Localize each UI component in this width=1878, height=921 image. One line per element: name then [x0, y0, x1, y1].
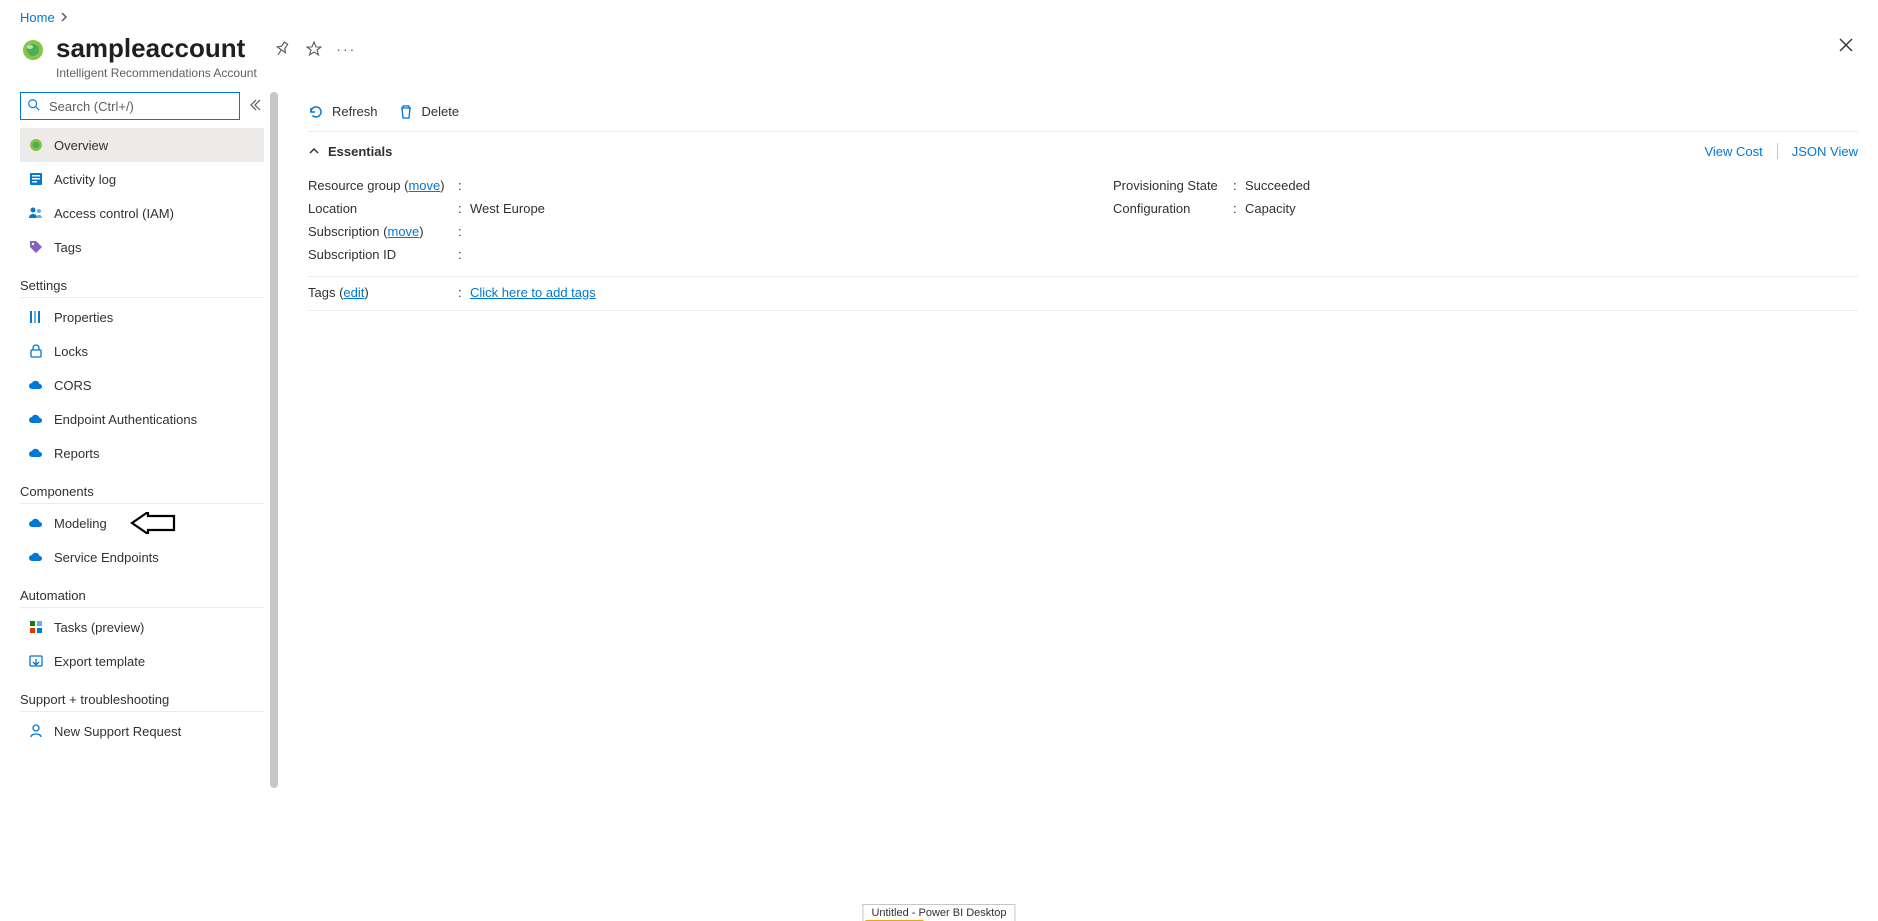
resource-icon: [20, 37, 46, 63]
nav-item-label: Access control (IAM): [54, 206, 174, 221]
nav-item-label: Locks: [54, 344, 88, 359]
move-resource-group-link[interactable]: move: [408, 178, 440, 193]
refresh-icon: [308, 104, 324, 120]
prop-configuration: Configuration : Capacity: [1113, 197, 1858, 220]
breadcrumb-home[interactable]: Home: [20, 10, 55, 25]
people-icon: [28, 205, 44, 221]
nav-item-label: New Support Request: [54, 724, 181, 739]
nav-section-support: Support + troubleshooting: [20, 678, 264, 712]
nav-item-endpoint-auth[interactable]: Endpoint Authentications: [20, 402, 264, 436]
prop-subscription: Subscription (move) :: [308, 220, 1053, 243]
prop-resource-group: Resource group (move) :: [308, 174, 1053, 197]
nav-item-label: Reports: [54, 446, 100, 461]
nav-item-label: CORS: [54, 378, 92, 393]
log-icon: [28, 171, 44, 187]
breadcrumb: Home: [20, 10, 1858, 25]
nav-item-tags[interactable]: Tags: [20, 230, 264, 264]
edit-tags-link[interactable]: edit: [343, 285, 364, 300]
toolbar: Refresh Delete: [308, 92, 1858, 132]
prop-label-text: Configuration: [1113, 201, 1233, 216]
lock-icon: [28, 343, 44, 359]
nav-item-label: Service Endpoints: [54, 550, 159, 565]
add-tags-link[interactable]: Click here to add tags: [470, 285, 596, 300]
nav-item-export-template[interactable]: Export template: [20, 644, 264, 678]
page-title: sampleaccount: [56, 33, 245, 64]
cloud-icon: [28, 549, 44, 565]
nav-section-settings: Settings: [20, 264, 264, 298]
divider: [1777, 143, 1778, 159]
nav-item-cors[interactable]: CORS: [20, 368, 264, 402]
prop-label-text: Provisioning State: [1113, 178, 1233, 193]
search-input[interactable]: [47, 98, 233, 115]
nav-item-label: Tasks (preview): [54, 620, 144, 635]
search-icon: [27, 98, 41, 115]
nav-item-overview[interactable]: Overview: [20, 128, 264, 162]
sidebar-scrollbar[interactable]: [268, 92, 280, 921]
prop-subscription-id: Subscription ID :: [308, 243, 1053, 266]
tags-label: Tags: [308, 285, 335, 300]
cloud-icon: [28, 411, 44, 427]
nav-item-label: Endpoint Authentications: [54, 412, 197, 427]
chevron-up-icon: [308, 145, 320, 157]
prop-value: Succeeded: [1245, 178, 1310, 193]
properties-icon: [28, 309, 44, 325]
nav-section-automation: Automation: [20, 574, 264, 608]
nav-item-modeling[interactable]: Modeling: [20, 506, 264, 540]
view-cost-link[interactable]: View Cost: [1704, 144, 1762, 159]
cloud-icon: [28, 445, 44, 461]
toolbar-label: Refresh: [332, 104, 378, 119]
prop-provisioning-state: Provisioning State : Succeeded: [1113, 174, 1858, 197]
nav-item-label: Activity log: [54, 172, 116, 187]
tasks-icon: [28, 619, 44, 635]
delete-button[interactable]: Delete: [398, 104, 460, 120]
nav-item-service-endpoints[interactable]: Service Endpoints: [20, 540, 264, 574]
collapse-sidebar-icon[interactable]: [248, 98, 264, 114]
nav-item-label: Modeling: [54, 516, 107, 531]
page-header: sampleaccount ··· Intelligent Recommenda…: [20, 33, 1858, 80]
trash-icon: [398, 104, 414, 120]
cloud-icon: [28, 377, 44, 393]
essentials-toggle[interactable]: Essentials: [308, 144, 392, 159]
nav-item-activity-log[interactable]: Activity log: [20, 162, 264, 196]
nav-item-label: Tags: [54, 240, 81, 255]
resource-small-icon: [28, 137, 44, 153]
nav-item-label: Overview: [54, 138, 108, 153]
prop-label-text: Location: [308, 201, 458, 216]
toolbar-label: Delete: [422, 104, 460, 119]
tag-icon: [28, 239, 44, 255]
refresh-button[interactable]: Refresh: [308, 104, 378, 120]
export-icon: [28, 653, 44, 669]
prop-location: Location : West Europe: [308, 197, 1053, 220]
nav-item-tasks[interactable]: Tasks (preview): [20, 610, 264, 644]
taskbar-chip[interactable]: Untitled - Power BI Desktop: [862, 904, 1015, 921]
nav-item-properties[interactable]: Properties: [20, 300, 264, 334]
star-icon[interactable]: [305, 40, 323, 58]
nav-item-locks[interactable]: Locks: [20, 334, 264, 368]
nav-item-label: Export template: [54, 654, 145, 669]
prop-value: West Europe: [470, 201, 545, 216]
essentials-title: Essentials: [328, 144, 392, 159]
move-subscription-link[interactable]: move: [388, 224, 420, 239]
chevron-right-icon: [61, 11, 69, 25]
more-icon[interactable]: ···: [337, 40, 355, 58]
support-icon: [28, 723, 44, 739]
nav-section-components: Components: [20, 470, 264, 504]
prop-value: Capacity: [1245, 201, 1296, 216]
prop-label-text: Subscription: [308, 224, 380, 239]
arrow-annotation-icon: [130, 512, 176, 537]
search-input-wrapper[interactable]: [20, 92, 240, 120]
nav-item-label: Properties: [54, 310, 113, 325]
nav-item-new-support[interactable]: New Support Request: [20, 714, 264, 748]
tags-row: Tags (edit) : Click here to add tags: [308, 277, 1858, 311]
close-icon[interactable]: [1834, 33, 1858, 62]
json-view-link[interactable]: JSON View: [1792, 144, 1858, 159]
cloud-icon: [28, 515, 44, 531]
page-subtitle: Intelligent Recommendations Account: [56, 66, 355, 80]
pin-icon[interactable]: [273, 40, 291, 58]
nav-item-reports[interactable]: Reports: [20, 436, 264, 470]
prop-label-text: Resource group: [308, 178, 401, 193]
prop-label-text: Subscription ID: [308, 247, 458, 262]
nav-item-access-control[interactable]: Access control (IAM): [20, 196, 264, 230]
